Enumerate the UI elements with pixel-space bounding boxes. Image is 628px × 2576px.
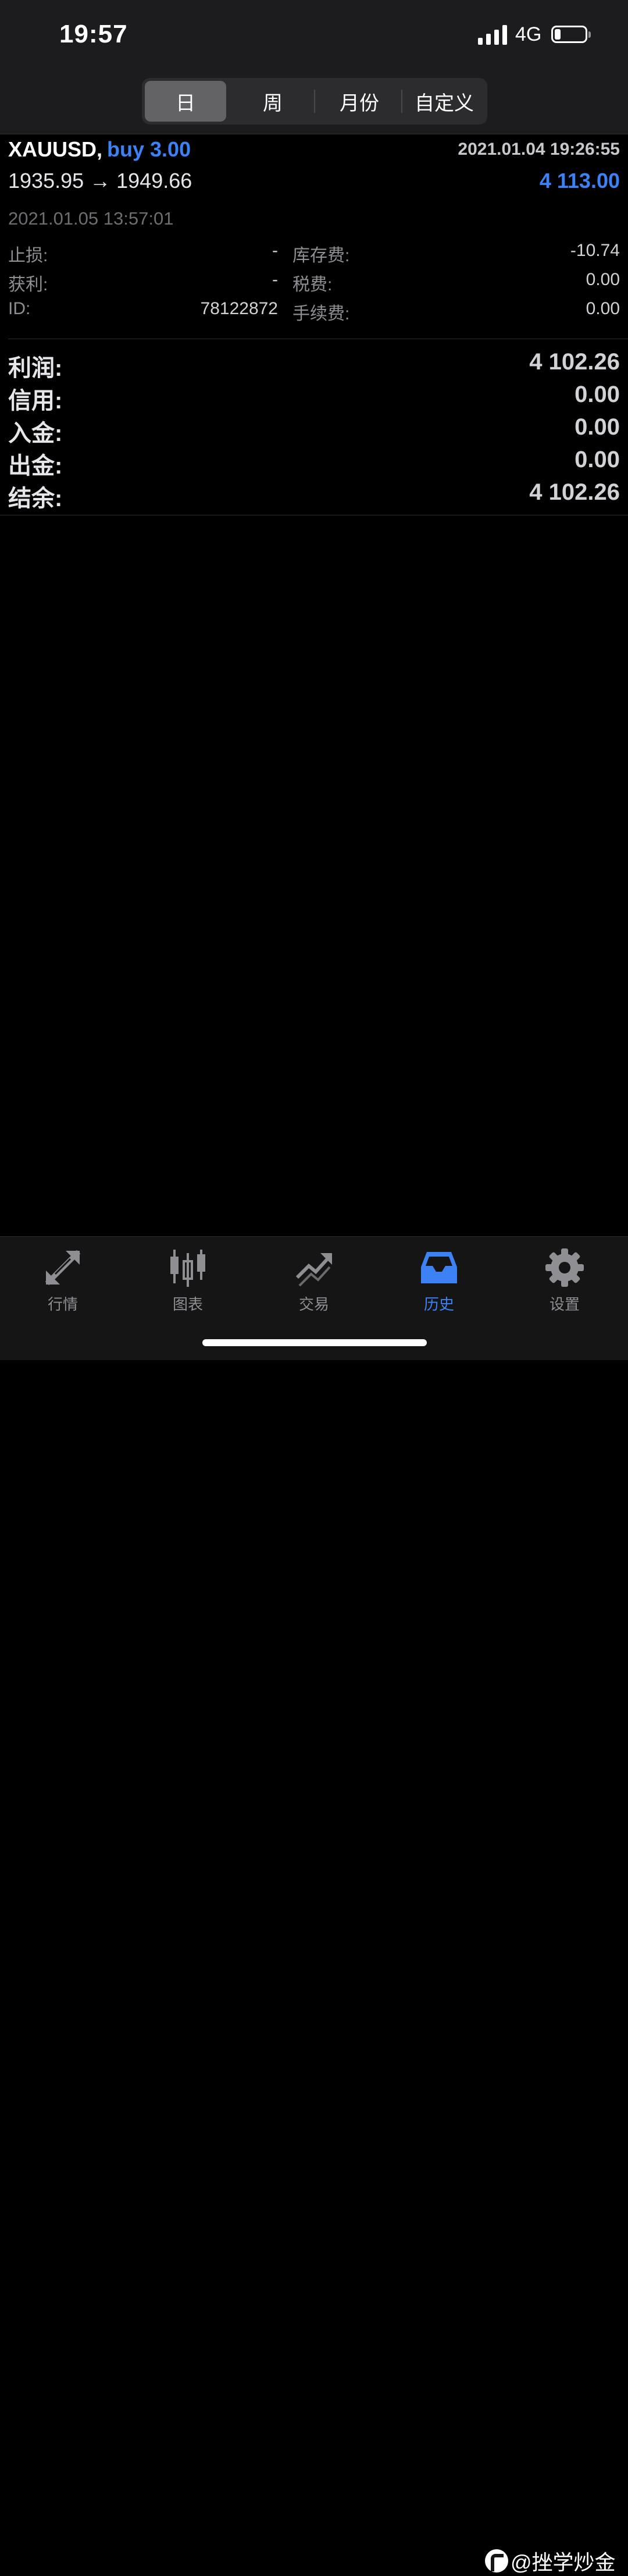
deposit-label: 入金: bbox=[8, 421, 63, 446]
swap-label: 库存费: bbox=[292, 246, 350, 265]
battery-cap bbox=[588, 31, 591, 38]
balance-label: 结余: bbox=[8, 486, 63, 511]
deposit-value: 0.00 bbox=[575, 414, 620, 440]
credit-label: 信用: bbox=[8, 388, 63, 414]
id-value: 78122872 bbox=[200, 299, 278, 318]
withdrawal-label: 出金: bbox=[8, 453, 63, 479]
history-inbox-icon bbox=[421, 1252, 457, 1283]
take-profit-label: 获利: bbox=[8, 275, 48, 294]
status-time: 19:57 bbox=[59, 20, 128, 48]
watermark-logo-icon bbox=[485, 2549, 508, 2573]
signal-strength-icon bbox=[478, 25, 507, 45]
trade-prices: 1935.95 → 1949.66 bbox=[8, 169, 192, 193]
swap-value: -10.74 bbox=[570, 241, 620, 260]
tab-charts[interactable]: 图表 bbox=[147, 1247, 229, 1323]
tab-quotes-label: 行情 bbox=[47, 1296, 78, 1313]
stop-loss-label: 止损: bbox=[8, 246, 48, 265]
credit-value: 0.00 bbox=[575, 382, 620, 407]
tab-quotes[interactable]: 行情 bbox=[22, 1247, 104, 1323]
trade-profit: 4 113.00 bbox=[539, 169, 620, 193]
trade-symbol: XAUUSD, bbox=[8, 137, 103, 161]
tab-settings-label: 设置 bbox=[549, 1296, 580, 1313]
trade-open-time: 2021.01.04 19:26:55 bbox=[458, 140, 620, 159]
stop-loss-value: - bbox=[272, 241, 278, 260]
take-profit-value: - bbox=[272, 270, 278, 289]
gear-icon bbox=[545, 1248, 584, 1287]
tax-label: 税费: bbox=[292, 275, 333, 294]
profit-label: 利润: bbox=[8, 355, 63, 381]
tab-trade-label: 交易 bbox=[298, 1296, 329, 1313]
tab-week[interactable]: 周 bbox=[235, 81, 311, 122]
tax-value: 0.00 bbox=[586, 270, 620, 289]
tab-settings[interactable]: 设置 bbox=[524, 1247, 605, 1323]
tab-history-label: 历史 bbox=[423, 1296, 454, 1313]
withdrawal-value: 0.00 bbox=[575, 447, 620, 472]
segment-divider bbox=[401, 90, 402, 113]
watermark-text: @挫学炒金 bbox=[511, 2550, 616, 2574]
watermark: @挫学炒金 bbox=[485, 2546, 616, 2576]
quotes-arrows-icon bbox=[45, 1250, 81, 1286]
tab-charts-label: 图表 bbox=[172, 1296, 203, 1313]
profit-value: 4 102.26 bbox=[529, 349, 620, 375]
tab-trade[interactable]: 交易 bbox=[273, 1247, 355, 1323]
id-label: ID: bbox=[8, 299, 31, 318]
battery-level bbox=[555, 29, 561, 40]
commission-label: 手续费: bbox=[292, 304, 350, 323]
tab-history[interactable]: 历史 bbox=[398, 1247, 480, 1323]
header-area: 19:57 4G 日 周 月份 自定义 bbox=[0, 0, 628, 134]
tab-day[interactable]: 日 bbox=[145, 81, 226, 122]
network-type: 4G bbox=[515, 23, 542, 45]
tab-month[interactable]: 月份 bbox=[316, 81, 402, 122]
balance-value: 4 102.26 bbox=[529, 479, 620, 505]
trade-trend-icon bbox=[295, 1253, 332, 1287]
candlestick-chart-icon bbox=[170, 1250, 205, 1287]
trade-symbol-line: XAUUSD, buy 3.00 bbox=[8, 137, 191, 162]
period-segmented-control: 日 周 月份 自定义 bbox=[142, 78, 487, 124]
battery-icon bbox=[551, 26, 587, 43]
segment-divider bbox=[314, 90, 315, 113]
home-indicator[interactable] bbox=[202, 1339, 427, 1346]
commission-value: 0.00 bbox=[586, 299, 620, 318]
trade-direction: buy 3.00 bbox=[107, 137, 191, 161]
tab-custom[interactable]: 自定义 bbox=[404, 81, 485, 122]
trade-close-time: 2021.01.05 13:57:01 bbox=[8, 208, 174, 229]
